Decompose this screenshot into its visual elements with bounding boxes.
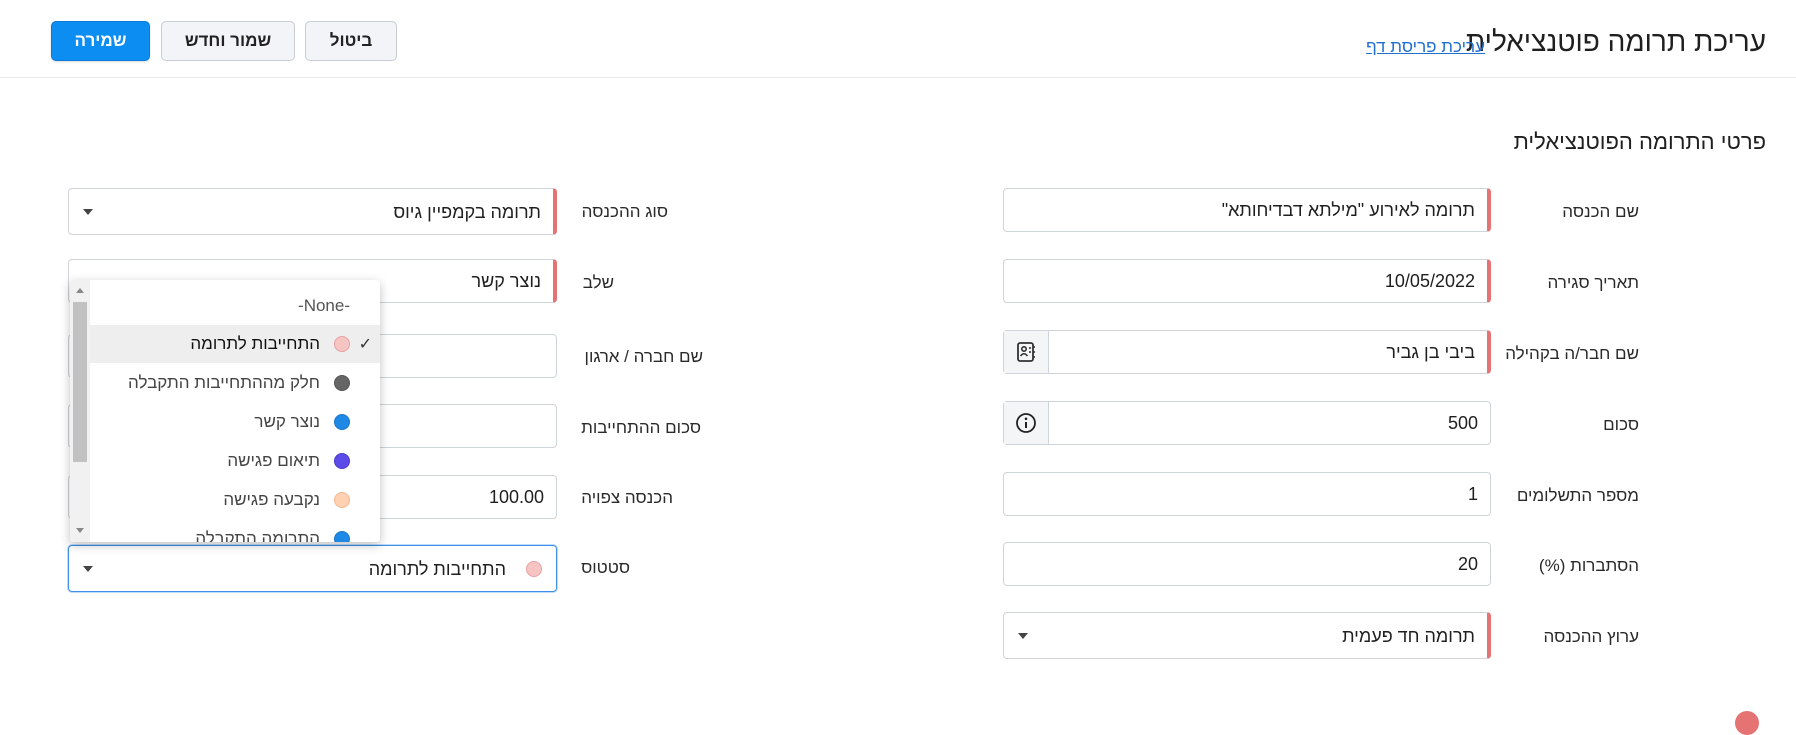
close-date-label: תאריך סגירה <box>1547 273 1639 292</box>
option-label: -None- <box>298 296 350 315</box>
status-color-dot <box>334 453 350 469</box>
dropdown-option[interactable]: התרומה התקבלה <box>90 520 380 542</box>
page-title: עריכת תרומה פוטנציאלית <box>1465 26 1766 57</box>
dropdown-option[interactable]: תיאום פגישה <box>90 442 380 480</box>
income-type-label: סוג ההכנסה <box>581 202 668 221</box>
info-icon[interactable] <box>1004 402 1049 444</box>
amount-value: 500 <box>1447 413 1478 433</box>
probability-field[interactable]: 20 <box>1003 542 1491 586</box>
edit-page-layout-link[interactable]: עריכת פריסת דף <box>1366 37 1485 57</box>
member-name-label: שם חבר/ה בקהילה <box>1505 344 1639 363</box>
status-color-dot <box>334 414 350 430</box>
scroll-down-icon[interactable] <box>76 528 84 533</box>
stage-label: שלב <box>582 273 614 292</box>
status-dropdown[interactable]: -None- ✓ התחייבות לתרומה חלק מההתחייבות … <box>70 280 380 542</box>
income-name-label: שם הכנסה <box>1562 202 1639 221</box>
dropdown-option[interactable]: חלק מההתחייבות התקבלה <box>90 364 380 402</box>
save-button[interactable]: שמירה <box>51 21 150 61</box>
payments-count-field[interactable]: 1 <box>1003 472 1491 516</box>
save-and-new-button[interactable]: שמור וחדש <box>161 21 295 61</box>
stage-value: נוצר קשר <box>471 271 541 291</box>
expected-income-value: 100.00 <box>488 487 544 507</box>
probability-label: הסתברות (%) <box>1538 556 1639 575</box>
status-select[interactable]: התחייבות לתרומה <box>68 545 557 592</box>
probability-value: 20 <box>1457 554 1478 574</box>
status-color-dot <box>526 561 542 577</box>
option-label: התחייבות לתרומה <box>190 334 320 353</box>
close-date-field[interactable]: 10/05/2022 <box>1003 259 1491 303</box>
close-date-value: 10/05/2022 <box>1384 271 1475 291</box>
income-channel-select[interactable]: תרומה חד פעמית <box>1003 612 1491 659</box>
income-channel-label: ערוץ ההכנסה <box>1543 627 1639 646</box>
chevron-down-icon <box>83 566 93 572</box>
option-label: תיאום פגישה <box>227 451 320 470</box>
option-label: נקבעה פגישה <box>223 490 320 509</box>
option-label: חלק מההתחייבות התקבלה <box>128 373 320 392</box>
income-name-value: תרומה לאירוע "מילתא דבדיחותא" <box>1221 200 1475 220</box>
option-label: התרומה התקבלה <box>195 529 320 542</box>
payments-count-value: 1 <box>1467 484 1478 504</box>
option-label: נוצר קשר <box>254 412 320 431</box>
chevron-down-icon <box>83 209 93 215</box>
amount-field[interactable]: 500 <box>1003 401 1491 445</box>
status-color-dot <box>334 336 350 352</box>
check-icon: ✓ <box>358 336 372 353</box>
cancel-button[interactable]: ביטול <box>305 21 397 61</box>
amount-label: סכום <box>1603 415 1639 434</box>
commitment-amount-label: סכום ההתחייבות <box>581 418 701 437</box>
company-name-label: שם חברה / ארגון <box>584 347 703 366</box>
income-channel-value: תרומה חד פעמית <box>1342 626 1475 646</box>
member-name-field[interactable]: ביבי בן גביר <box>1003 330 1491 374</box>
expected-income-label: הכנסה צפויה <box>581 488 673 507</box>
status-color-dot <box>334 531 350 542</box>
dropdown-option-none[interactable]: -None- <box>90 287 380 325</box>
status-color-dot <box>334 492 350 508</box>
member-name-value: ביבי בן גביר <box>1386 342 1475 362</box>
section-title: פרטי התרומה הפוטנציאלית <box>1513 129 1766 154</box>
notification-badge[interactable] <box>1735 711 1759 735</box>
chevron-down-icon <box>1018 633 1028 639</box>
dropdown-scrollbar[interactable] <box>70 280 90 542</box>
contact-card-icon[interactable] <box>1004 331 1049 373</box>
scroll-thumb[interactable] <box>73 302 87 462</box>
dropdown-option[interactable]: ✓ התחייבות לתרומה <box>90 325 380 363</box>
top-bar: עריכת תרומה פוטנציאלית עריכת פריסת דף שמ… <box>0 0 1796 78</box>
dropdown-option[interactable]: נוצר קשר <box>90 403 380 441</box>
dropdown-option[interactable]: נקבעה פגישה <box>90 481 380 519</box>
income-type-select[interactable]: תרומה בקמפיין גיוס <box>68 188 557 235</box>
status-value: התחייבות לתרומה <box>368 559 506 579</box>
status-label: סטטוס <box>581 558 630 577</box>
status-color-dot <box>334 375 350 391</box>
income-name-field[interactable]: תרומה לאירוע "מילתא דבדיחותא" <box>1003 188 1491 232</box>
scroll-up-icon[interactable] <box>76 288 84 293</box>
income-type-value: תרומה בקמפיין גיוס <box>393 202 541 222</box>
payments-count-label: מספר התשלומים <box>1516 486 1639 505</box>
